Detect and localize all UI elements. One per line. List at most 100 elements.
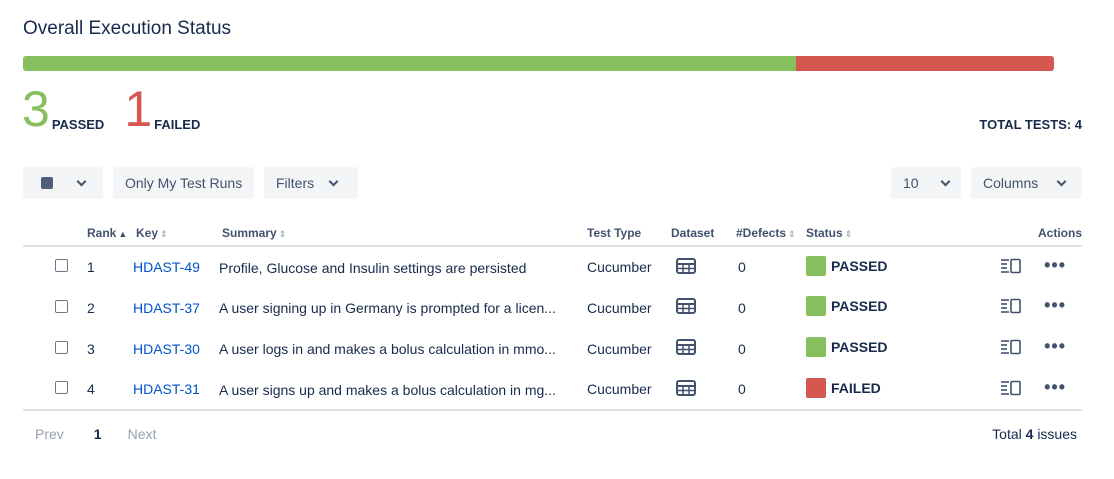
- header-test-type-label: Test Type: [587, 225, 642, 240]
- execution-details-icon[interactable]: [1000, 339, 1022, 358]
- row-rank: 2: [87, 299, 95, 316]
- table-row[interactable]: 2 HDAST-37 A user signing up in Germany …: [23, 287, 1082, 328]
- status-label: PASSED: [831, 257, 888, 274]
- page-title: Overall Execution Status: [23, 18, 232, 39]
- chevron-down-icon: [76, 176, 87, 186]
- row-summary: A user logs in and makes a bolus calcula…: [219, 341, 556, 358]
- more-actions-icon[interactable]: •••: [1044, 377, 1066, 397]
- page-size-value: 10: [903, 175, 919, 191]
- more-actions-icon[interactable]: •••: [1044, 336, 1066, 356]
- issue-key-link[interactable]: HDAST-30: [133, 341, 200, 357]
- header-actions: Actions: [986, 220, 1082, 247]
- execution-details-icon[interactable]: [1000, 298, 1022, 317]
- status-badge: PASSED: [806, 296, 888, 316]
- status-badge: PASSED: [806, 337, 888, 357]
- row-defects: 0: [738, 340, 746, 357]
- header-select: [23, 220, 87, 247]
- prev-page-link[interactable]: Prev: [35, 426, 64, 442]
- issue-key-link[interactable]: HDAST-31: [133, 381, 200, 397]
- total-issues-prefix: Total: [992, 426, 1022, 442]
- progress-passed-segment: [23, 56, 797, 71]
- total-issues-suffix: issues: [1037, 426, 1077, 442]
- status-color-square: [806, 377, 826, 398]
- execution-progress-bar: [23, 56, 1054, 71]
- more-actions-icon[interactable]: •••: [1044, 255, 1066, 275]
- only-my-test-runs-label: Only My Test Runs: [125, 175, 243, 191]
- header-defects[interactable]: #Defects ⇕: [736, 220, 806, 247]
- header-status-label: Status: [806, 225, 843, 240]
- header-summary[interactable]: Summary ⇕: [219, 220, 587, 247]
- status-label: FAILED: [831, 379, 881, 396]
- failed-count: 1: [124, 81, 153, 137]
- row-defects: 0: [738, 299, 746, 316]
- filters-label: Filters: [276, 175, 315, 191]
- table-row[interactable]: 3 HDAST-30 A user logs in and makes a bo…: [23, 328, 1082, 369]
- next-page-link[interactable]: Next: [128, 426, 157, 442]
- dataset-table-icon[interactable]: [676, 379, 696, 399]
- status-color-square: [806, 255, 826, 276]
- header-defects-label: #Defects: [736, 225, 787, 240]
- chevron-down-icon: [940, 176, 951, 186]
- total-issues-count: 4: [1025, 426, 1034, 442]
- page-size-select[interactable]: 10: [891, 167, 961, 199]
- dataset-table-icon[interactable]: [676, 298, 696, 317]
- header-key[interactable]: Key ⇕: [133, 220, 219, 247]
- test-runs-table: Rank ▲ Key ⇕ Summary ⇕ Test Type Dataset #D…: [23, 220, 1082, 411]
- columns-label: Columns: [983, 175, 1039, 191]
- row-test-type: Cucumber: [587, 299, 652, 316]
- table-row[interactable]: 4 HDAST-31 A user signs up and makes a b…: [23, 369, 1082, 411]
- row-checkbox[interactable]: [55, 340, 68, 354]
- progress-failed-segment: [796, 56, 1054, 71]
- table-header-row: Rank ▲ Key ⇕ Summary ⇕ Test Type Dataset #D…: [23, 220, 1082, 247]
- status-color-square: [806, 296, 826, 316]
- header-status[interactable]: Status ⇕: [806, 220, 986, 247]
- row-checkbox[interactable]: [55, 381, 68, 394]
- execution-details-icon[interactable]: [1000, 258, 1022, 277]
- passed-count-block: 3 PASSED: [22, 81, 105, 137]
- sort-icon: ⇕: [788, 228, 796, 239]
- square-icon: [41, 177, 53, 189]
- columns-button[interactable]: Columns: [971, 167, 1082, 199]
- issue-key-link[interactable]: HDAST-37: [133, 300, 200, 316]
- status-badge: FAILED: [806, 377, 881, 398]
- header-test-type: Test Type: [587, 220, 671, 247]
- row-rank: 1: [87, 259, 95, 275]
- dataset-table-icon[interactable]: [676, 257, 696, 277]
- issue-key-link[interactable]: HDAST-49: [133, 259, 200, 275]
- header-dataset: Dataset: [671, 220, 736, 247]
- status-color-square: [806, 337, 826, 357]
- header-dataset-label: Dataset: [671, 225, 715, 240]
- sort-icon: ⇕: [160, 228, 168, 239]
- row-rank: 3: [87, 340, 95, 357]
- bulk-select-dropdown[interactable]: [23, 167, 103, 199]
- row-test-type: Cucumber: [587, 340, 652, 357]
- only-my-test-runs-button[interactable]: Only My Test Runs: [113, 167, 255, 199]
- more-actions-icon[interactable]: •••: [1044, 295, 1066, 315]
- row-summary: A user signing up in Germany is prompted…: [219, 300, 556, 317]
- execution-details-icon[interactable]: [1000, 380, 1022, 399]
- result-counts: 3 PASSED 1 FAILED: [22, 81, 220, 137]
- current-page[interactable]: 1: [94, 426, 102, 442]
- header-rank[interactable]: Rank ▲: [87, 220, 133, 247]
- table-row[interactable]: 1 HDAST-49 Profile, Glucose and Insulin …: [23, 246, 1082, 287]
- dataset-table-icon[interactable]: [676, 339, 696, 358]
- header-actions-label: Actions: [1037, 225, 1082, 240]
- row-summary: A user signs up and makes a bolus calcul…: [219, 381, 556, 398]
- status-label: PASSED: [831, 339, 888, 355]
- sort-icon: ⇕: [278, 228, 287, 239]
- pagination: Prev 1 Next: [35, 426, 156, 442]
- row-rank: 4: [87, 369, 133, 411]
- row-test-type: Cucumber: [587, 259, 652, 275]
- row-checkbox[interactable]: [55, 299, 68, 313]
- total-tests: TOTAL TESTS: 4: [979, 117, 1082, 132]
- filters-button[interactable]: Filters: [264, 167, 358, 199]
- failed-count-block: 1 FAILED: [124, 81, 200, 137]
- passed-count: 3: [22, 81, 50, 137]
- status-label: PASSED: [831, 298, 888, 314]
- header-key-label: Key: [136, 225, 159, 240]
- row-defects: 0: [738, 259, 746, 275]
- sort-asc-icon: ▲: [118, 228, 128, 239]
- header-summary-label: Summary: [222, 225, 277, 240]
- row-checkbox[interactable]: [55, 259, 68, 272]
- passed-label: PASSED: [51, 117, 105, 132]
